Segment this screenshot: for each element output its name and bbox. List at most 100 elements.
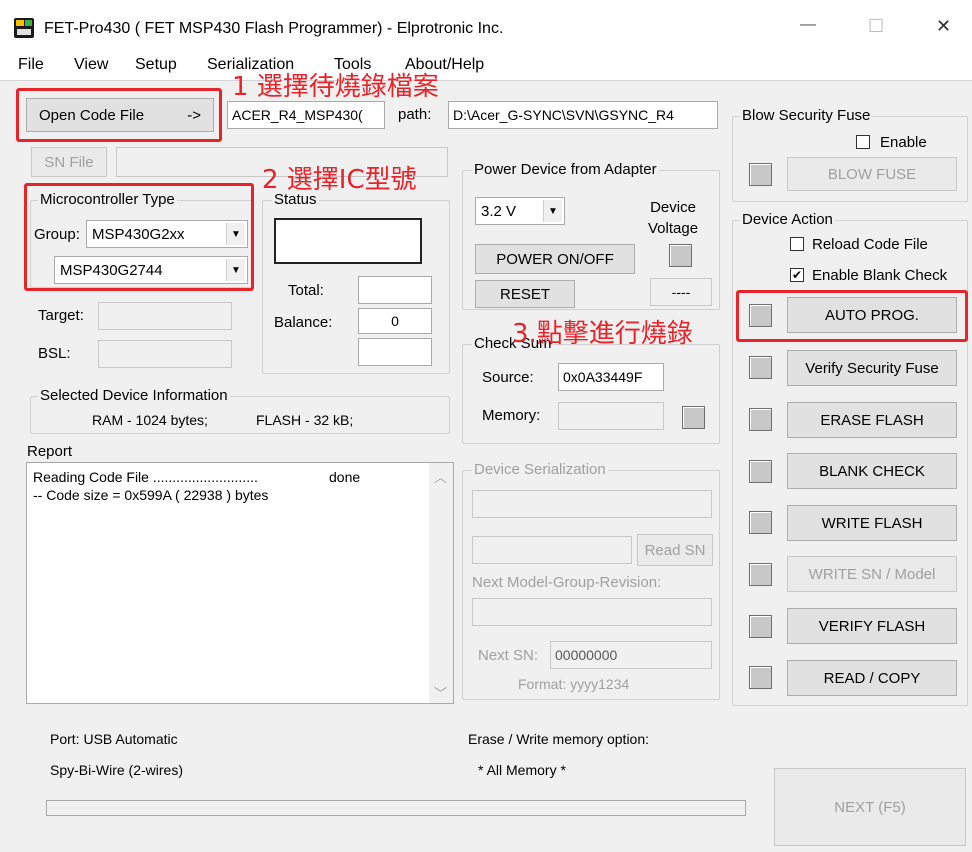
- window-title: FET-Pro430 ( FET MSP430 Flash Programmer…: [44, 20, 504, 37]
- menu-view[interactable]: View: [74, 56, 108, 74]
- menu-bar: File View Setup Serialization Tools Abou…: [0, 50, 972, 80]
- voltage-select-value: 3.2 V: [481, 202, 517, 220]
- next-sn-field: 00000000: [550, 641, 712, 669]
- interface-label: Spy-Bi-Wire (2-wires): [50, 762, 183, 778]
- blow-fuse-title: Blow Security Fuse: [740, 107, 873, 124]
- device-action-title: Device Action: [740, 211, 835, 228]
- open-code-file-button[interactable]: Open Code File ->: [26, 98, 214, 132]
- verify-flash-button[interactable]: VERIFY FLASH: [787, 608, 957, 644]
- code-path-field: D:\Acer_G-SYNC\SVN\GSYNC_R4: [448, 101, 718, 129]
- title-bar: FET-Pro430 ( FET MSP430 Flash Programmer…: [0, 0, 972, 50]
- next-sn-value: 00000000: [555, 647, 618, 663]
- ram-info: RAM - 1024 bytes;: [92, 412, 208, 428]
- annotation-step3: 3.點擊進行燒錄: [512, 319, 693, 349]
- blow-fuse-indicator: [749, 163, 772, 186]
- bsl-field: [98, 340, 232, 368]
- minimize-button[interactable]: —: [800, 16, 816, 34]
- chevron-down-icon[interactable]: ▼: [543, 200, 562, 222]
- blank-check-indicator: [749, 460, 772, 483]
- highlight-microcontroller-type: [24, 183, 254, 291]
- reset-button[interactable]: RESET: [475, 280, 575, 308]
- target-field: [98, 302, 232, 330]
- scroll-up-icon[interactable]: ︿: [434, 467, 447, 486]
- reload-code-label: Reload Code File: [812, 236, 928, 253]
- reload-code-checkbox[interactable]: [790, 237, 804, 251]
- blow-fuse-button[interactable]: BLOW FUSE: [787, 157, 957, 191]
- read-sn-button[interactable]: Read SN: [637, 534, 713, 566]
- verify-security-fuse-button[interactable]: Verify Security Fuse: [787, 350, 957, 386]
- erase-option-value: * All Memory *: [478, 762, 566, 778]
- report-textarea[interactable]: Reading Code File ......................…: [26, 462, 454, 704]
- maximize-button[interactable]: ☐: [868, 16, 884, 37]
- report-line-status: done: [329, 469, 361, 485]
- report-line: Reading Code File ......................…: [33, 469, 258, 485]
- device-info-title: Selected Device Information: [38, 387, 230, 404]
- next-model-field: [472, 598, 712, 626]
- read-copy-indicator: [749, 666, 772, 689]
- report-title: Report: [27, 443, 73, 460]
- path-label: path:: [398, 106, 432, 123]
- enable-fuse-label: Enable: [880, 134, 927, 151]
- status-extra-field: [358, 338, 432, 366]
- total-label: Total:: [288, 282, 324, 299]
- menu-file[interactable]: File: [18, 56, 44, 74]
- status-title: Status: [272, 191, 319, 208]
- erase-flash-indicator: [749, 408, 772, 431]
- code-filename-field: ACER_R4_MSP430(: [227, 101, 385, 129]
- enable-fuse-checkbox[interactable]: [856, 135, 870, 149]
- memory-indicator: [682, 406, 705, 429]
- report-line: -- Code size = 0x599A ( 22938 ) bytes: [33, 487, 269, 503]
- write-sn-model-button[interactable]: WRITE SN / Model: [787, 556, 957, 592]
- arrow-right-icon: ->: [187, 106, 201, 124]
- blank-check-checkbox[interactable]: ✔: [790, 268, 804, 282]
- verify-flash-indicator: [749, 615, 772, 638]
- memory-label: Memory:: [482, 407, 541, 424]
- scrollbar[interactable]: ︿ ﹀: [429, 463, 453, 703]
- next-button[interactable]: NEXT (F5): [774, 768, 966, 846]
- annotation-step1: 1 選擇待燒錄檔案: [232, 72, 439, 102]
- total-field: [358, 276, 432, 304]
- open-code-file-label: Open Code File: [39, 106, 145, 124]
- read-copy-button[interactable]: READ / COPY: [787, 660, 957, 696]
- auto-prog-indicator: [749, 304, 772, 327]
- device-voltage-label: Device Voltage: [648, 199, 699, 237]
- port-label: Port: USB Automatic: [50, 731, 178, 747]
- sn-read-field: [472, 536, 632, 564]
- power-title: Power Device from Adapter: [472, 161, 659, 178]
- serialization-field: [472, 490, 712, 518]
- checkmark-icon: ✔: [791, 268, 803, 282]
- menu-setup[interactable]: Setup: [135, 56, 177, 74]
- app-icon: [14, 18, 34, 38]
- auto-prog-button[interactable]: AUTO PROG.: [787, 297, 957, 333]
- voltage-reading-value: ----: [671, 284, 691, 300]
- verify-fuse-indicator: [749, 356, 772, 379]
- balance-value: 0: [391, 313, 399, 329]
- write-flash-button[interactable]: WRITE FLASH: [787, 505, 957, 541]
- sn-file-button[interactable]: SN File: [31, 147, 107, 177]
- balance-label: Balance:: [274, 314, 333, 331]
- voltage-reading: ----: [650, 278, 712, 306]
- erase-option-label: Erase / Write memory option:: [468, 731, 650, 747]
- voltage-select[interactable]: 3.2 V ▼: [475, 197, 565, 225]
- flash-info: FLASH - 32 kB;: [256, 412, 354, 428]
- bsl-label: BSL:: [38, 345, 71, 362]
- erase-flash-button[interactable]: ERASE FLASH: [787, 402, 957, 438]
- format-label: Format: yyyy1234: [518, 676, 630, 692]
- power-on-off-button[interactable]: POWER ON/OFF: [475, 244, 635, 274]
- write-flash-indicator: [749, 511, 772, 534]
- source-field: 0x0A33449F: [558, 363, 664, 391]
- status-display: [274, 218, 422, 264]
- serialization-title: Device Serialization: [472, 461, 608, 478]
- progress-bar: [46, 800, 746, 816]
- blank-check-label: Enable Blank Check: [812, 267, 948, 284]
- next-sn-label: Next SN:: [478, 647, 539, 664]
- next-model-label: Next Model-Group-Revision:: [472, 574, 662, 591]
- source-label: Source:: [482, 369, 534, 386]
- write-sn-indicator: [749, 563, 772, 586]
- blank-check-button[interactable]: BLANK CHECK: [787, 453, 957, 489]
- memory-field: [558, 402, 664, 430]
- close-button[interactable]: ✕: [936, 16, 951, 37]
- scroll-down-icon[interactable]: ﹀: [434, 683, 447, 702]
- device-voltage-indicator: [669, 244, 692, 267]
- balance-field: 0: [358, 308, 432, 334]
